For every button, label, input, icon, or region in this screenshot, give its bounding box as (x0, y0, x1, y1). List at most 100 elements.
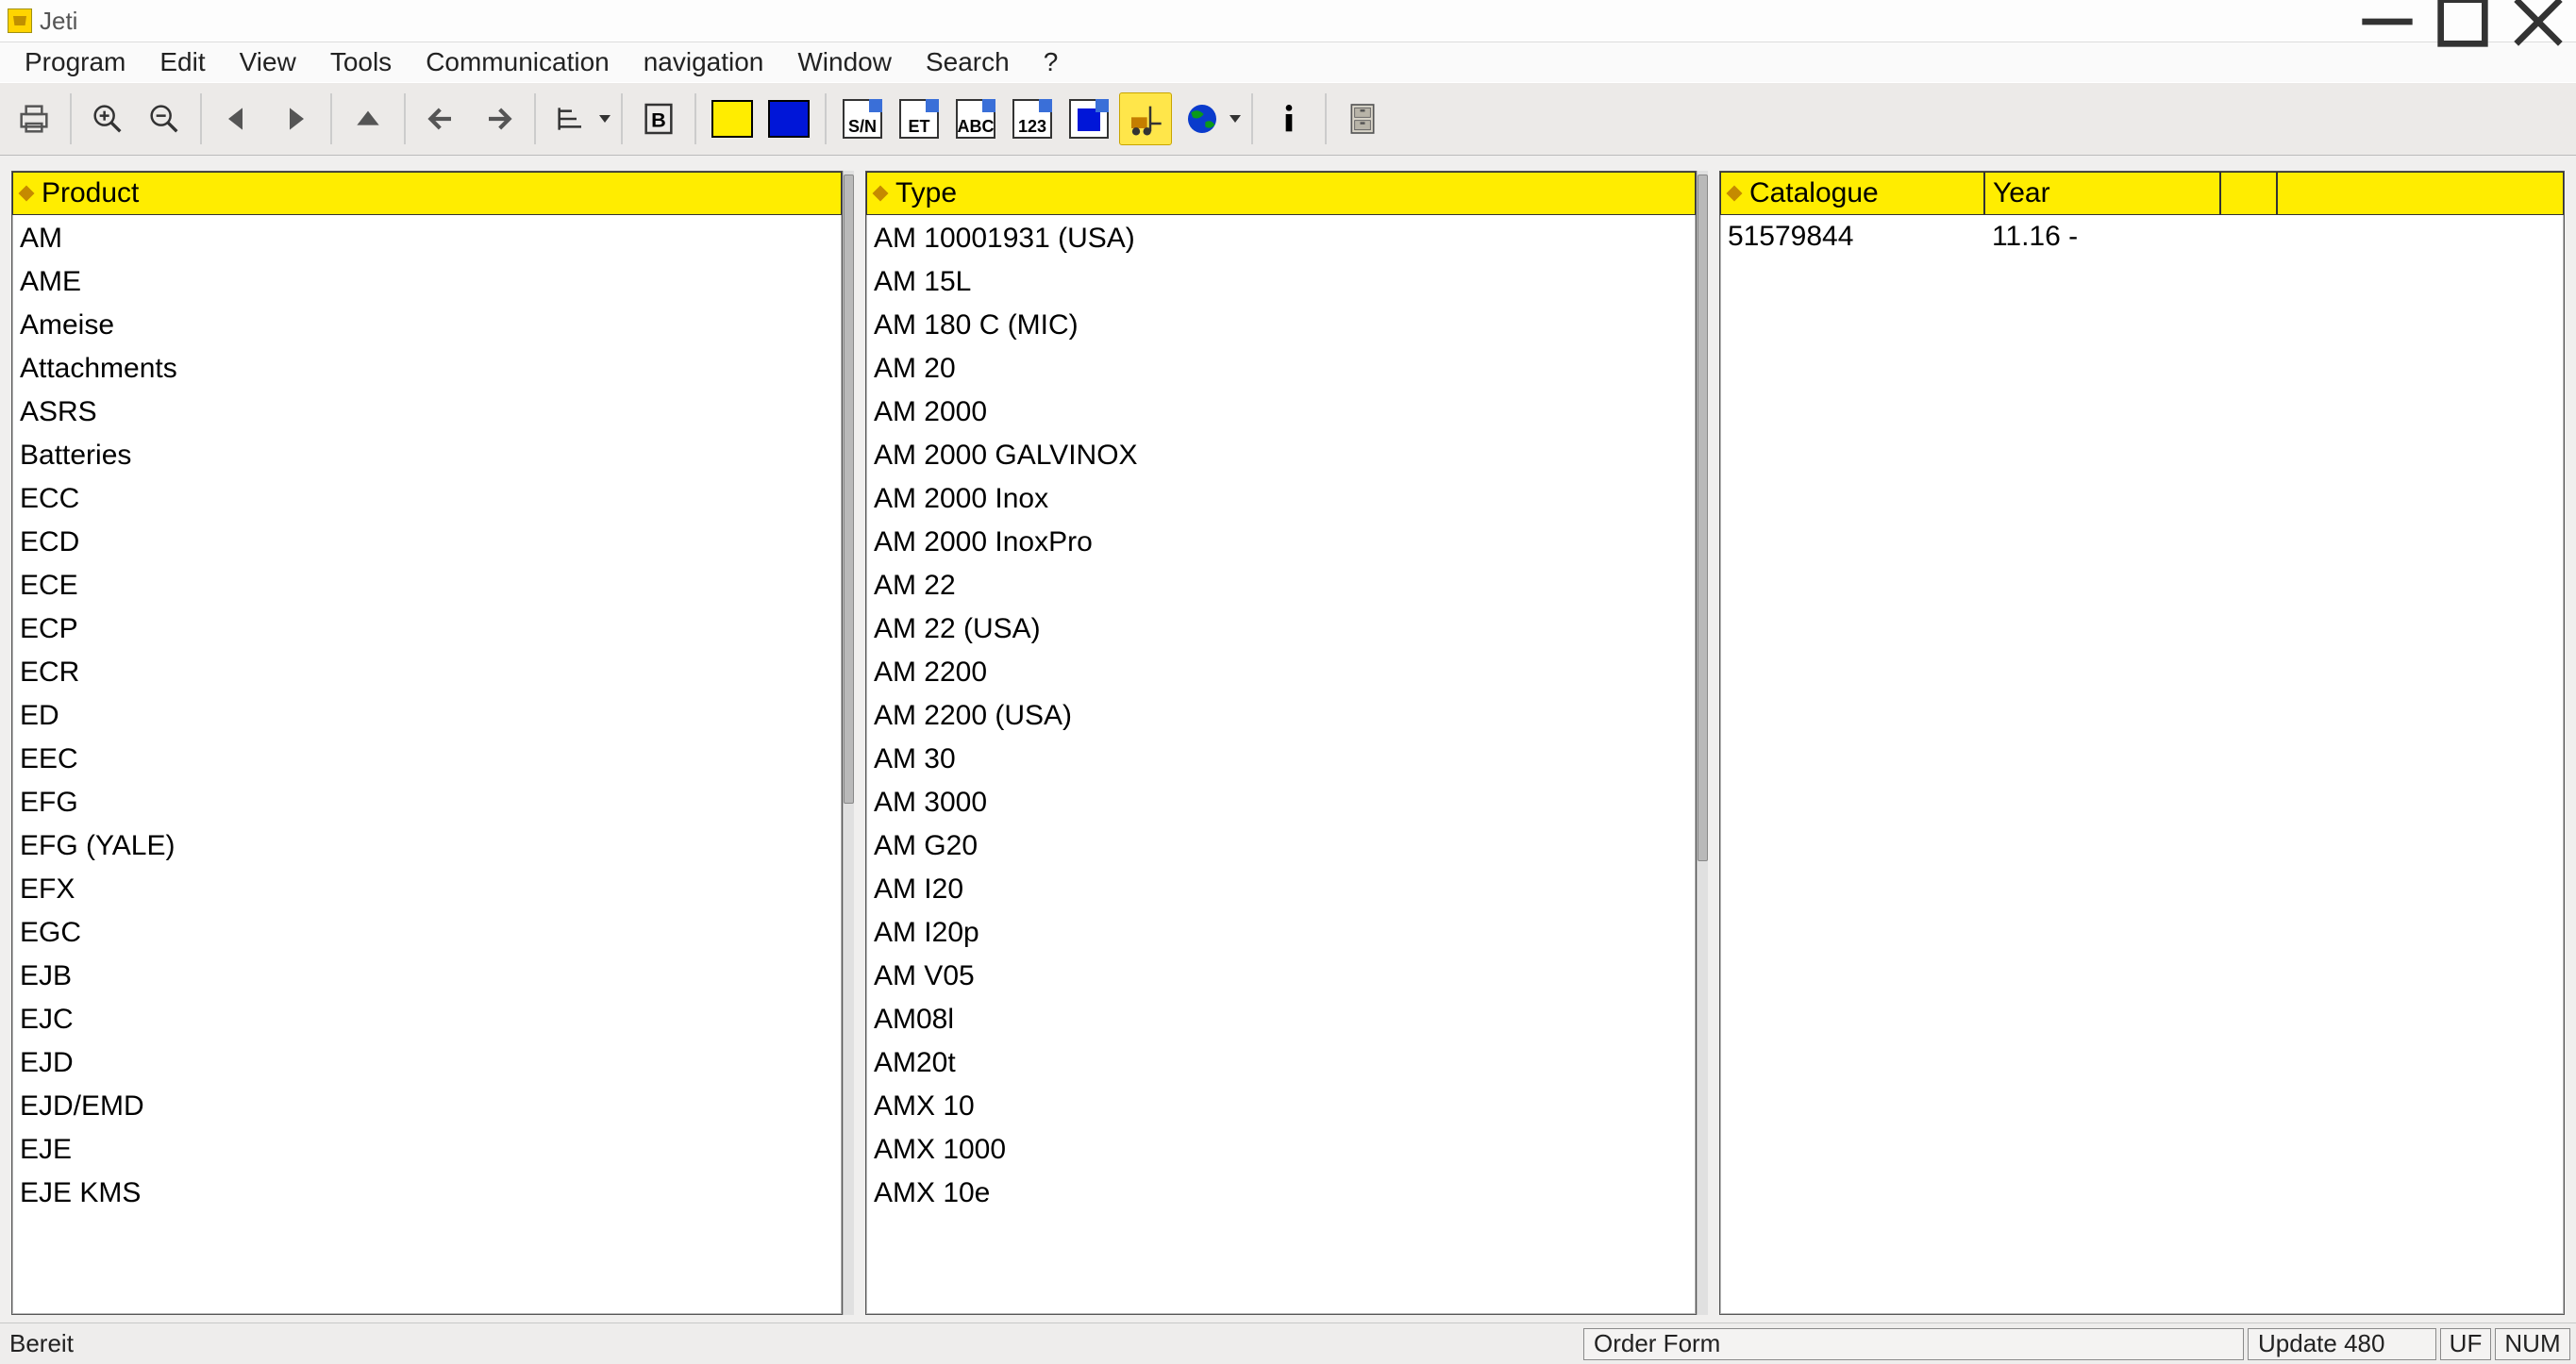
type-scrollbar[interactable] (1697, 171, 1708, 1315)
abc-button[interactable]: ABC (949, 92, 1002, 145)
status-order-form: Order Form (1583, 1328, 2244, 1360)
zoom-out-button[interactable] (138, 92, 191, 145)
list-item[interactable]: AM 3000 (874, 781, 1688, 824)
catalogue-header[interactable]: Catalogue (1720, 172, 1984, 215)
tree-view-dropdown[interactable] (545, 92, 611, 145)
list-item[interactable]: AM 2200 (874, 651, 1688, 694)
list-item[interactable]: ED (20, 694, 834, 738)
list-item[interactable]: EFG (YALE) (20, 824, 834, 868)
list-item[interactable]: AM I20p (874, 911, 1688, 955)
list-item[interactable]: EJE (20, 1128, 834, 1172)
product-list[interactable]: AMAMEAmeiseAttachmentsASRSBatteriesECCEC… (12, 215, 842, 1314)
list-item[interactable]: Attachments (20, 347, 834, 391)
product-scrollbar[interactable] (843, 171, 854, 1315)
list-item[interactable]: AMX 10e (874, 1172, 1688, 1215)
tree-icon (545, 92, 598, 145)
list-item[interactable]: AME (20, 260, 834, 304)
list-item[interactable]: AM 30 (874, 738, 1688, 781)
list-item[interactable]: AMX 10 (874, 1085, 1688, 1128)
list-item[interactable]: EFX (20, 868, 834, 911)
content-area: Product AMAMEAmeiseAttachmentsASRSBatter… (0, 156, 2576, 1322)
menu-view[interactable]: View (223, 43, 313, 81)
catalogue-panel: Catalogue Year 5157984411.16 - (1719, 171, 2565, 1315)
list-item[interactable]: ECE (20, 564, 834, 607)
list-item[interactable]: Ameise (20, 304, 834, 347)
menu-[interactable]: ? (1027, 43, 1076, 81)
close-button[interactable] (2501, 0, 2576, 42)
list-item[interactable]: EEC (20, 738, 834, 781)
list-item[interactable]: AM V05 (874, 955, 1688, 998)
table-row[interactable]: 5157984411.16 - (1720, 215, 2564, 258)
nav-next-button[interactable] (268, 92, 321, 145)
type-header[interactable]: Type (866, 172, 1696, 215)
diamond-icon (1726, 186, 1742, 202)
info-button[interactable] (1263, 92, 1315, 145)
menu-tools[interactable]: Tools (313, 43, 409, 81)
menu-communication[interactable]: Communication (409, 43, 627, 81)
list-item[interactable]: AM 2000 Inox (874, 477, 1688, 521)
list-item[interactable]: ECC (20, 477, 834, 521)
year-header-label: Year (1993, 177, 2050, 209)
menu-edit[interactable]: Edit (142, 43, 222, 81)
list-item[interactable]: Batteries (20, 434, 834, 477)
list-item[interactable]: AM 2000 (874, 391, 1688, 434)
list-item[interactable]: AM 180 C (MIC) (874, 304, 1688, 347)
color-blue-swatch[interactable] (762, 92, 815, 145)
nav-prev-button[interactable] (211, 92, 264, 145)
minimize-button[interactable] (2350, 0, 2425, 42)
numeric-button[interactable]: 123 (1006, 92, 1059, 145)
list-item[interactable]: AM (20, 217, 834, 260)
type-list[interactable]: AM 10001931 (USA)AM 15LAM 180 C (MIC)AM … (866, 215, 1696, 1314)
product-header[interactable]: Product (12, 172, 842, 215)
menu-navigation[interactable]: navigation (627, 43, 781, 81)
list-item[interactable]: ECD (20, 521, 834, 564)
app-icon (8, 8, 32, 33)
list-item[interactable]: AM 2000 InoxPro (874, 521, 1688, 564)
list-item[interactable]: EJC (20, 998, 834, 1041)
list-item[interactable]: AM 2200 (USA) (874, 694, 1688, 738)
year-header[interactable]: Year (1984, 172, 2220, 215)
list-item[interactable]: AM 22 (874, 564, 1688, 607)
list-item[interactable]: EJD/EMD (20, 1085, 834, 1128)
cabinet-button[interactable] (1336, 92, 1389, 145)
nav-up-button[interactable] (342, 92, 394, 145)
menu-program[interactable]: Program (8, 43, 142, 81)
list-item[interactable]: EJB (20, 955, 834, 998)
list-item[interactable]: AM 20 (874, 347, 1688, 391)
list-item[interactable]: AM08l (874, 998, 1688, 1041)
list-item[interactable]: AM 2000 GALVINOX (874, 434, 1688, 477)
status-update: Update 480 (2248, 1328, 2436, 1360)
bold-button[interactable]: B (632, 92, 685, 145)
list-item[interactable]: EFG (20, 781, 834, 824)
catalogue-list[interactable]: 5157984411.16 - (1720, 215, 2564, 1314)
list-item[interactable]: EGC (20, 911, 834, 955)
print-button[interactable] (8, 92, 60, 145)
list-item[interactable]: ECR (20, 651, 834, 694)
list-item[interactable]: ASRS (20, 391, 834, 434)
view-blue-button[interactable] (1062, 92, 1115, 145)
globe-dropdown[interactable] (1176, 92, 1242, 145)
color-yellow-swatch[interactable] (706, 92, 759, 145)
list-item[interactable]: ECP (20, 607, 834, 651)
list-item[interactable]: AM20t (874, 1041, 1688, 1085)
list-item[interactable]: AM G20 (874, 824, 1688, 868)
col3-header[interactable] (2220, 172, 2277, 215)
forklift-button[interactable] (1119, 92, 1172, 145)
list-item[interactable]: AM 22 (USA) (874, 607, 1688, 651)
zoom-in-button[interactable] (81, 92, 134, 145)
list-item[interactable]: AM 10001931 (USA) (874, 217, 1688, 260)
list-item[interactable]: AMX 1000 (874, 1128, 1688, 1172)
et-button[interactable]: ET (893, 92, 945, 145)
col4-header[interactable] (2277, 172, 2564, 215)
serial-number-button[interactable]: S/N (836, 92, 889, 145)
product-panel: Product AMAMEAmeiseAttachmentsASRSBatter… (11, 171, 843, 1315)
menu-search[interactable]: Search (909, 43, 1027, 81)
history-forward-button[interactable] (472, 92, 525, 145)
list-item[interactable]: EJD (20, 1041, 834, 1085)
menu-window[interactable]: Window (780, 43, 909, 81)
list-item[interactable]: EJE KMS (20, 1172, 834, 1215)
maximize-button[interactable] (2425, 0, 2501, 42)
list-item[interactable]: AM I20 (874, 868, 1688, 911)
history-back-button[interactable] (415, 92, 468, 145)
list-item[interactable]: AM 15L (874, 260, 1688, 304)
